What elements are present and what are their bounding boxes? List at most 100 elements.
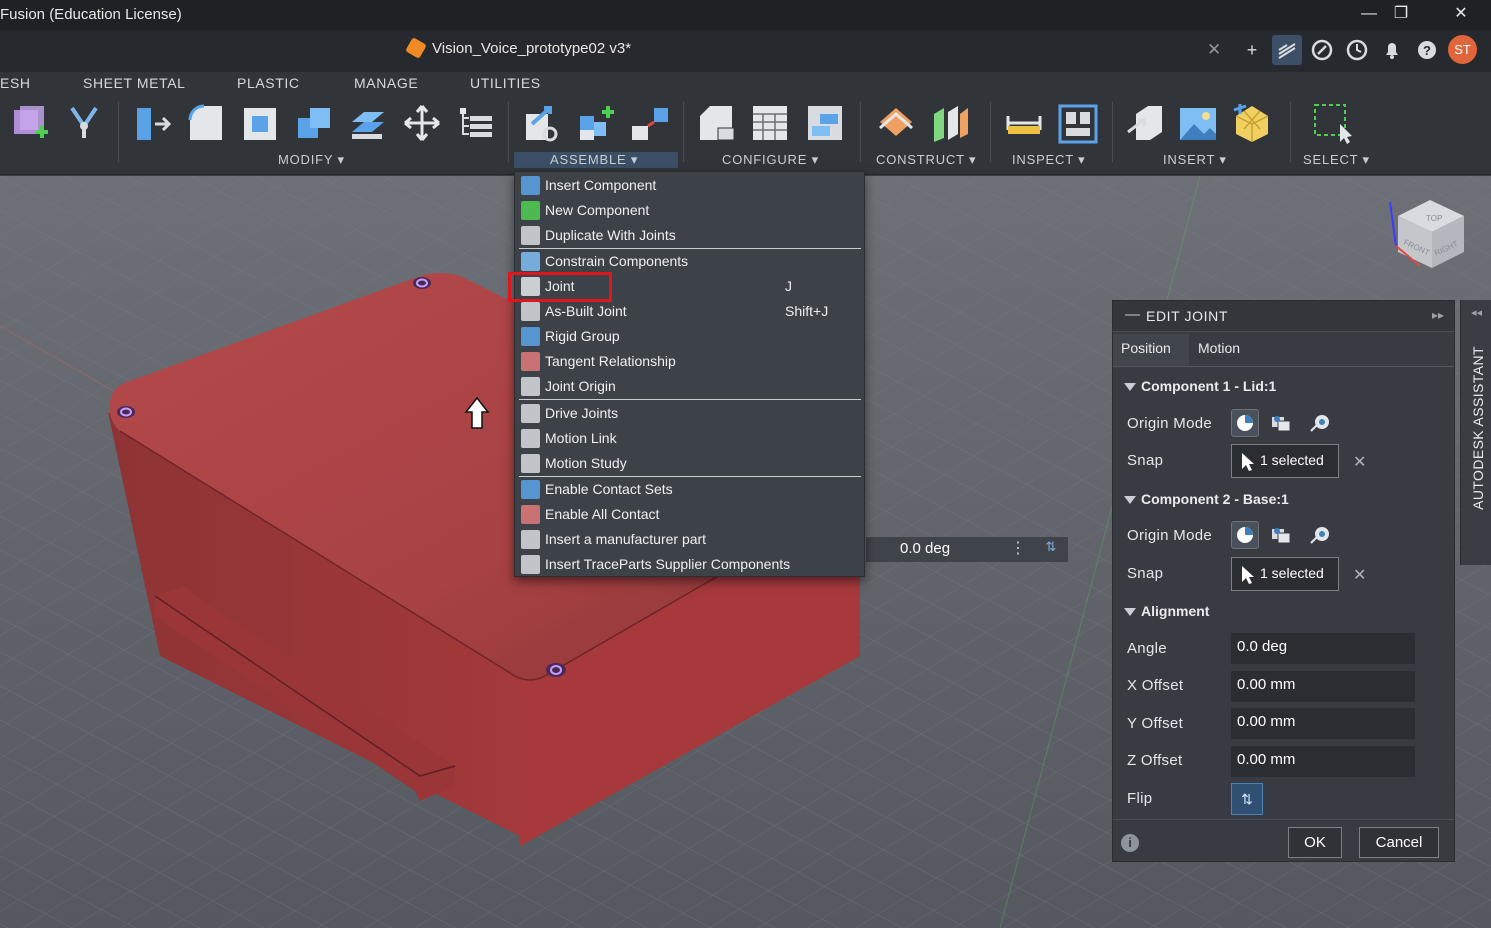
user-avatar[interactable]: ST [1448,35,1477,64]
cancel-button[interactable]: Cancel [1359,827,1439,858]
create-joint-tool-icon[interactable] [64,102,104,144]
new-component-tool-icon[interactable] [576,102,616,144]
menu-item-motion-link[interactable]: Motion Link [515,426,864,451]
menu-item-enable-contact-sets[interactable]: Enable Contact Sets [515,477,864,502]
component-2-snap-value: 1 selected [1260,565,1324,581]
insert-derive-icon[interactable] [1126,102,1166,144]
combine-icon[interactable] [294,102,334,144]
configure-design-icon[interactable] [696,102,736,144]
job-status-icon[interactable] [1342,35,1372,65]
joint-tool-icon[interactable] [630,102,670,144]
clear-selection-icon[interactable]: ✕ [1353,565,1366,585]
component-1-snap-select[interactable]: 1 selected [1231,444,1339,478]
y-offset-input[interactable]: 0.00 mm [1231,708,1415,739]
x-offset-input[interactable]: 0.00 mm [1231,671,1415,702]
tab-plastic[interactable]: PLASTIC [237,75,300,91]
offset-face-icon[interactable] [348,102,388,144]
select-group-label[interactable]: SELECT ▾ [1303,152,1370,168]
menu-item-drive-joints[interactable]: Drive Joints [515,401,864,426]
autodesk-assistant-panel[interactable]: ◂◂ AUTODESK ASSISTANT [1460,300,1491,565]
component-1-header[interactable]: Component 1 - Lid:1 [1141,378,1276,394]
assemble-group-label[interactable]: ASSEMBLE ▾ [514,152,678,168]
more-options-icon[interactable]: ⋮ [1010,538,1026,558]
origin-between-planes-button[interactable] [1267,521,1295,549]
ok-button[interactable]: OK [1288,827,1342,858]
move-copy-icon[interactable] [402,102,442,144]
section-toggle-icon[interactable] [1124,383,1136,391]
viewport-angle-input[interactable]: 0.0 deg ⋮ ⇅ [866,537,1068,562]
z-offset-label: Z Offset [1127,752,1183,769]
configure-group-label[interactable]: CONFIGURE ▾ [722,152,819,168]
shell-icon[interactable] [240,102,280,144]
origin-simple-button[interactable] [1231,409,1259,437]
plane-at-angle-icon[interactable] [930,102,970,144]
section-toggle-icon[interactable] [1124,496,1136,504]
menu-item-motion-study[interactable]: Motion Study [515,451,864,476]
menu-item-enable-all-contact[interactable]: Enable All Contact [515,502,864,527]
insert-group-label[interactable]: INSERT ▾ [1163,152,1227,168]
measure-icon[interactable] [1004,102,1044,144]
change-parameters-icon[interactable] [456,102,496,144]
press-pull-icon[interactable] [133,102,173,144]
origin-mode-label: Origin Mode [1127,415,1213,432]
component-2-snap-select[interactable]: 1 selected [1231,557,1339,591]
document-tab[interactable]: Vision_Voice_prototype02 v3* [405,37,631,59]
menu-item-as-built-joint[interactable]: As-Built Joint Shift+J [515,299,864,324]
angle-input[interactable]: 0.0 deg [1231,633,1415,664]
configuration-rules-icon[interactable] [806,102,846,144]
configuration-table-icon[interactable] [751,102,791,144]
menu-item-insert-component[interactable]: Insert Component [515,173,864,198]
tab-mesh[interactable]: ESH [0,75,31,91]
x-offset-label: X Offset [1127,677,1184,694]
tab-utilities[interactable]: UTILITIES [470,75,541,91]
menu-item-rigid-group[interactable]: Rigid Group [515,324,864,349]
tab-motion[interactable]: Motion [1190,334,1248,366]
collapse-assistant-icon[interactable]: ◂◂ [1471,306,1482,319]
menu-item-duplicate-with-joints[interactable]: Duplicate With Joints [515,223,864,248]
tab-position[interactable]: Position [1113,334,1189,366]
z-offset-input[interactable]: 0.00 mm [1231,746,1415,777]
interference-icon[interactable] [1058,102,1098,144]
menu-item-insert-a-manufacturer-part[interactable]: Insert a manufacturer part [515,527,864,552]
notifications-icon[interactable] [1377,35,1407,65]
help-icon[interactable]: ? [1412,35,1442,65]
insert-mesh-icon[interactable] [1232,102,1272,144]
flip-icon[interactable]: ⇅ [1038,539,1064,560]
expand-panel-button[interactable]: ▸▸ [1432,308,1444,322]
menu-item-insert-traceparts-supplier-components[interactable]: Insert TraceParts Supplier Components [515,552,864,577]
clear-selection-icon[interactable]: ✕ [1353,452,1366,472]
extensions-icon[interactable] [1307,35,1337,65]
select-tool-icon[interactable] [1312,102,1352,144]
data-panel-icon[interactable] [1272,35,1302,65]
restore-button[interactable]: ❐ [1377,0,1425,30]
fillet-icon[interactable] [186,102,226,144]
origin-simple-button[interactable] [1231,521,1259,549]
flip-button[interactable]: ⇅ [1231,783,1263,815]
plus-icon[interactable]: + [1237,35,1267,65]
origin-two-edge-button[interactable] [1307,521,1335,549]
section-toggle-icon[interactable] [1124,608,1136,616]
svg-text:?: ? [1423,43,1431,58]
construct-group-label[interactable]: CONSTRUCT ▾ [876,152,976,168]
screw-hole-marker [117,406,135,418]
close-tab-button[interactable]: ✕ [1207,40,1221,60]
insert-canvas-icon[interactable] [1178,102,1218,144]
alignment-header[interactable]: Alignment [1141,603,1209,619]
menu-item-tangent-relationship[interactable]: Tangent Relationship [515,349,864,374]
origin-two-edge-button[interactable] [1307,409,1335,437]
menu-item-constrain-components[interactable]: Constrain Components [515,249,864,274]
tab-sheet-metal[interactable]: SHEET METAL [83,75,186,91]
menu-item-new-component[interactable]: New Component [515,198,864,223]
collapse-panel-button[interactable]: — [1125,306,1140,323]
modify-group-label[interactable]: MODIFY ▾ [278,152,345,168]
insert-component-tool-icon[interactable] [522,102,562,144]
create-component-icon[interactable] [10,102,50,144]
close-window-button[interactable]: ✕ [1437,0,1485,30]
tab-manage[interactable]: MANAGE [354,75,418,91]
component-2-header[interactable]: Component 2 - Base:1 [1141,491,1289,507]
info-icon[interactable]: i [1121,834,1139,852]
origin-between-planes-button[interactable] [1267,409,1295,437]
inspect-group-label[interactable]: INSPECT ▾ [1012,152,1085,168]
menu-item-joint-origin[interactable]: Joint Origin [515,374,864,399]
offset-plane-icon[interactable] [876,102,916,144]
